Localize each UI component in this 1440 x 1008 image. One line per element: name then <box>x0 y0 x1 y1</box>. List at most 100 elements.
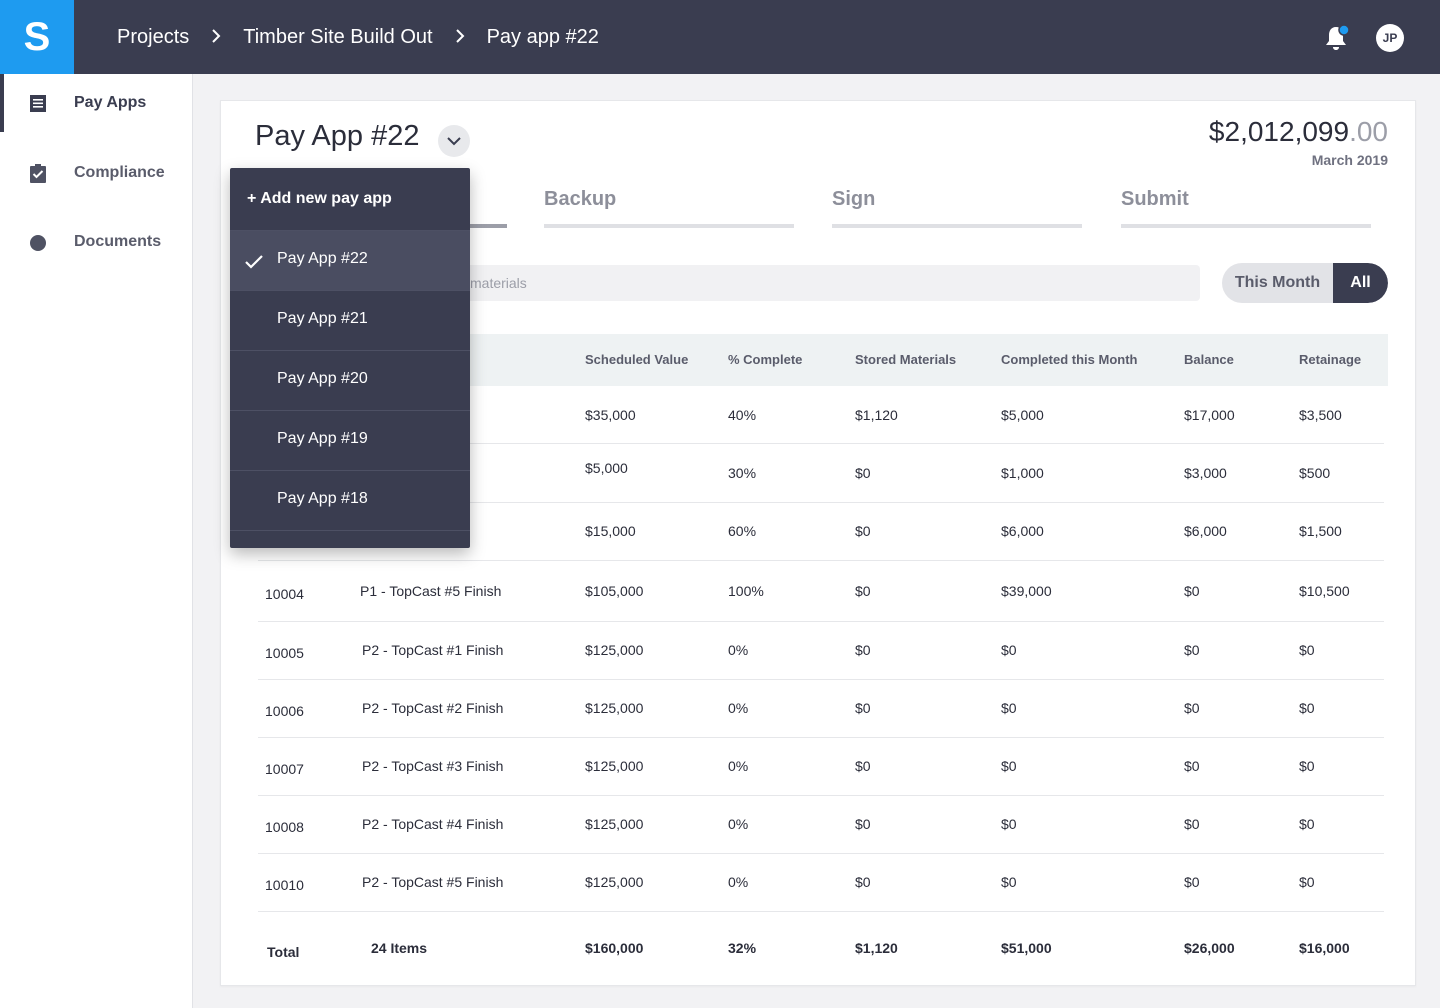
amount-main: $2,012,099 <box>1208 116 1350 147</box>
cell-stored: $0 <box>855 465 871 481</box>
sidebar-item-documents[interactable]: Documents <box>0 213 192 271</box>
dropdown-item-pay-app[interactable]: Pay App #21 <box>230 290 470 350</box>
avatar[interactable]: JP <box>1376 24 1404 52</box>
cell-stored: $0 <box>855 874 871 890</box>
cell-scheduled: $125,000 <box>585 758 644 774</box>
cell-stored: $0 <box>855 816 871 832</box>
step-progress-line <box>1121 224 1371 228</box>
tab-submit[interactable]: Submit <box>1121 188 1189 211</box>
app-logo[interactable]: S <box>0 0 74 74</box>
breadcrumb-current: Pay app #22 <box>486 25 599 48</box>
cell-scheduled: $125,000 <box>585 816 644 832</box>
cell-stored: $0 <box>855 758 871 774</box>
cell-id: 10010 <box>265 877 304 893</box>
column-header-scheduled[interactable]: Scheduled Value <box>585 352 688 367</box>
cell-scheduled: $105,000 <box>585 583 644 599</box>
cell-retainage: $0 <box>1299 816 1315 832</box>
cell-completed-month: $6,000 <box>1001 523 1044 539</box>
amount-cents: .00 <box>1349 116 1388 147</box>
breadcrumb: Projects Timber Site Build Out Pay app #… <box>117 0 599 74</box>
cell-retainage: $10,500 <box>1299 583 1350 599</box>
cell-scheduled: $125,000 <box>585 642 644 658</box>
cell-complete: 100% <box>728 583 764 599</box>
total-completed-month: $51,000 <box>1001 940 1052 956</box>
cell-completed-month: $0 <box>1001 642 1017 658</box>
row-divider <box>258 560 1384 561</box>
cell-completed-month: $0 <box>1001 700 1017 716</box>
cell-id: 10008 <box>265 819 304 835</box>
breadcrumb-projects[interactable]: Projects <box>117 26 189 49</box>
list-icon <box>28 93 48 113</box>
tab-backup[interactable]: Backup <box>544 188 616 211</box>
cell-id: 10004 <box>265 586 304 602</box>
column-header-complete[interactable]: % Complete <box>728 352 802 367</box>
add-pay-app-button[interactable]: + Add new pay app <box>247 190 392 208</box>
total-amount: $2,012,099.00 <box>1209 116 1388 148</box>
column-header-stored[interactable]: Stored Materials <box>855 352 956 367</box>
cell-retainage: $0 <box>1299 642 1315 658</box>
cell-retainage: $0 <box>1299 874 1315 890</box>
cell-scheduled: $5,000 <box>585 460 628 476</box>
sidebar-item-compliance[interactable]: Compliance <box>0 144 192 202</box>
cell-balance: $17,000 <box>1184 407 1235 423</box>
column-header-retainage[interactable]: Retainage <box>1299 352 1361 367</box>
pay-app-selector-button[interactable] <box>438 125 470 157</box>
row-divider <box>258 795 1384 796</box>
dropdown-item-pay-app[interactable]: Pay App #19 <box>230 410 470 470</box>
toggle-this-month[interactable]: This Month <box>1222 263 1333 303</box>
cell-retainage: $0 <box>1299 700 1315 716</box>
cell-desc: P2 - TopCast #4 Finish <box>362 816 504 832</box>
dropdown-item-label: Pay App #20 <box>277 370 368 387</box>
dropdown-item-pay-app[interactable]: Pay App #20 <box>230 350 470 410</box>
dropdown-item-label: Pay App #18 <box>277 490 368 507</box>
billing-period: March 2019 <box>1311 152 1388 168</box>
column-header-completed-month[interactable]: Completed this Month <box>1001 352 1138 367</box>
cell-retainage: $500 <box>1299 465 1331 481</box>
dropdown-item-label: Pay App #22 <box>277 250 368 267</box>
cell-balance: $0 <box>1184 874 1200 890</box>
cell-complete: 60% <box>728 523 757 539</box>
search-input[interactable]: materials <box>450 265 1200 301</box>
cell-balance: $0 <box>1184 816 1200 832</box>
breadcrumb-project[interactable]: Timber Site Build Out <box>243 26 432 49</box>
sidebar-item-label: Compliance <box>74 164 165 181</box>
toggle-all[interactable]: All <box>1333 263 1388 303</box>
total-label: Total <box>267 944 300 960</box>
sidebar-item-pay-apps[interactable]: Pay Apps <box>0 74 192 132</box>
row-divider <box>258 737 1384 738</box>
total-items: 24 Items <box>371 940 428 956</box>
cell-completed-month: $0 <box>1001 816 1017 832</box>
sidebar: Pay Apps Compliance Documents <box>0 74 193 1008</box>
cell-scheduled: $125,000 <box>585 874 644 890</box>
dropdown-item-pay-app[interactable]: Pay App #18 <box>230 470 470 530</box>
bell-icon[interactable] <box>1324 24 1350 52</box>
cell-stored: $1,120 <box>855 407 898 423</box>
cell-balance: $0 <box>1184 583 1200 599</box>
cell-complete: 30% <box>728 465 757 481</box>
cell-stored: $0 <box>855 583 871 599</box>
cell-complete: 0% <box>728 700 749 716</box>
row-divider <box>258 853 1384 854</box>
step-progress-line <box>832 224 1082 228</box>
pay-app-dropdown: + Add new pay app Pay App #22 Pay App #21… <box>230 168 470 548</box>
cell-scheduled: $15,000 <box>585 523 636 539</box>
dropdown-item-pay-app[interactable]: Pay App #22 <box>230 230 470 290</box>
column-header-balance[interactable]: Balance <box>1184 352 1234 367</box>
cell-retainage: $3,500 <box>1299 407 1342 423</box>
top-bar: S Projects Timber Site Build Out Pay app… <box>0 0 1440 74</box>
cell-desc: P2 - TopCast #2 Finish <box>362 700 504 716</box>
cell-stored: $0 <box>855 642 871 658</box>
page-title: Pay App #22 <box>255 120 420 152</box>
row-divider <box>258 679 1384 680</box>
tab-sign[interactable]: Sign <box>832 188 875 211</box>
cell-complete: 0% <box>728 874 749 890</box>
chevron-down-icon <box>447 137 461 146</box>
cell-desc: P1 - TopCast #5 Finish <box>360 583 502 599</box>
row-divider <box>258 621 1384 622</box>
cell-balance: $0 <box>1184 700 1200 716</box>
dropdown-divider <box>230 530 470 548</box>
cell-complete: 40% <box>728 407 757 423</box>
cell-completed-month: $0 <box>1001 874 1017 890</box>
row-divider <box>258 911 1384 912</box>
cell-retainage: $1,500 <box>1299 523 1342 539</box>
